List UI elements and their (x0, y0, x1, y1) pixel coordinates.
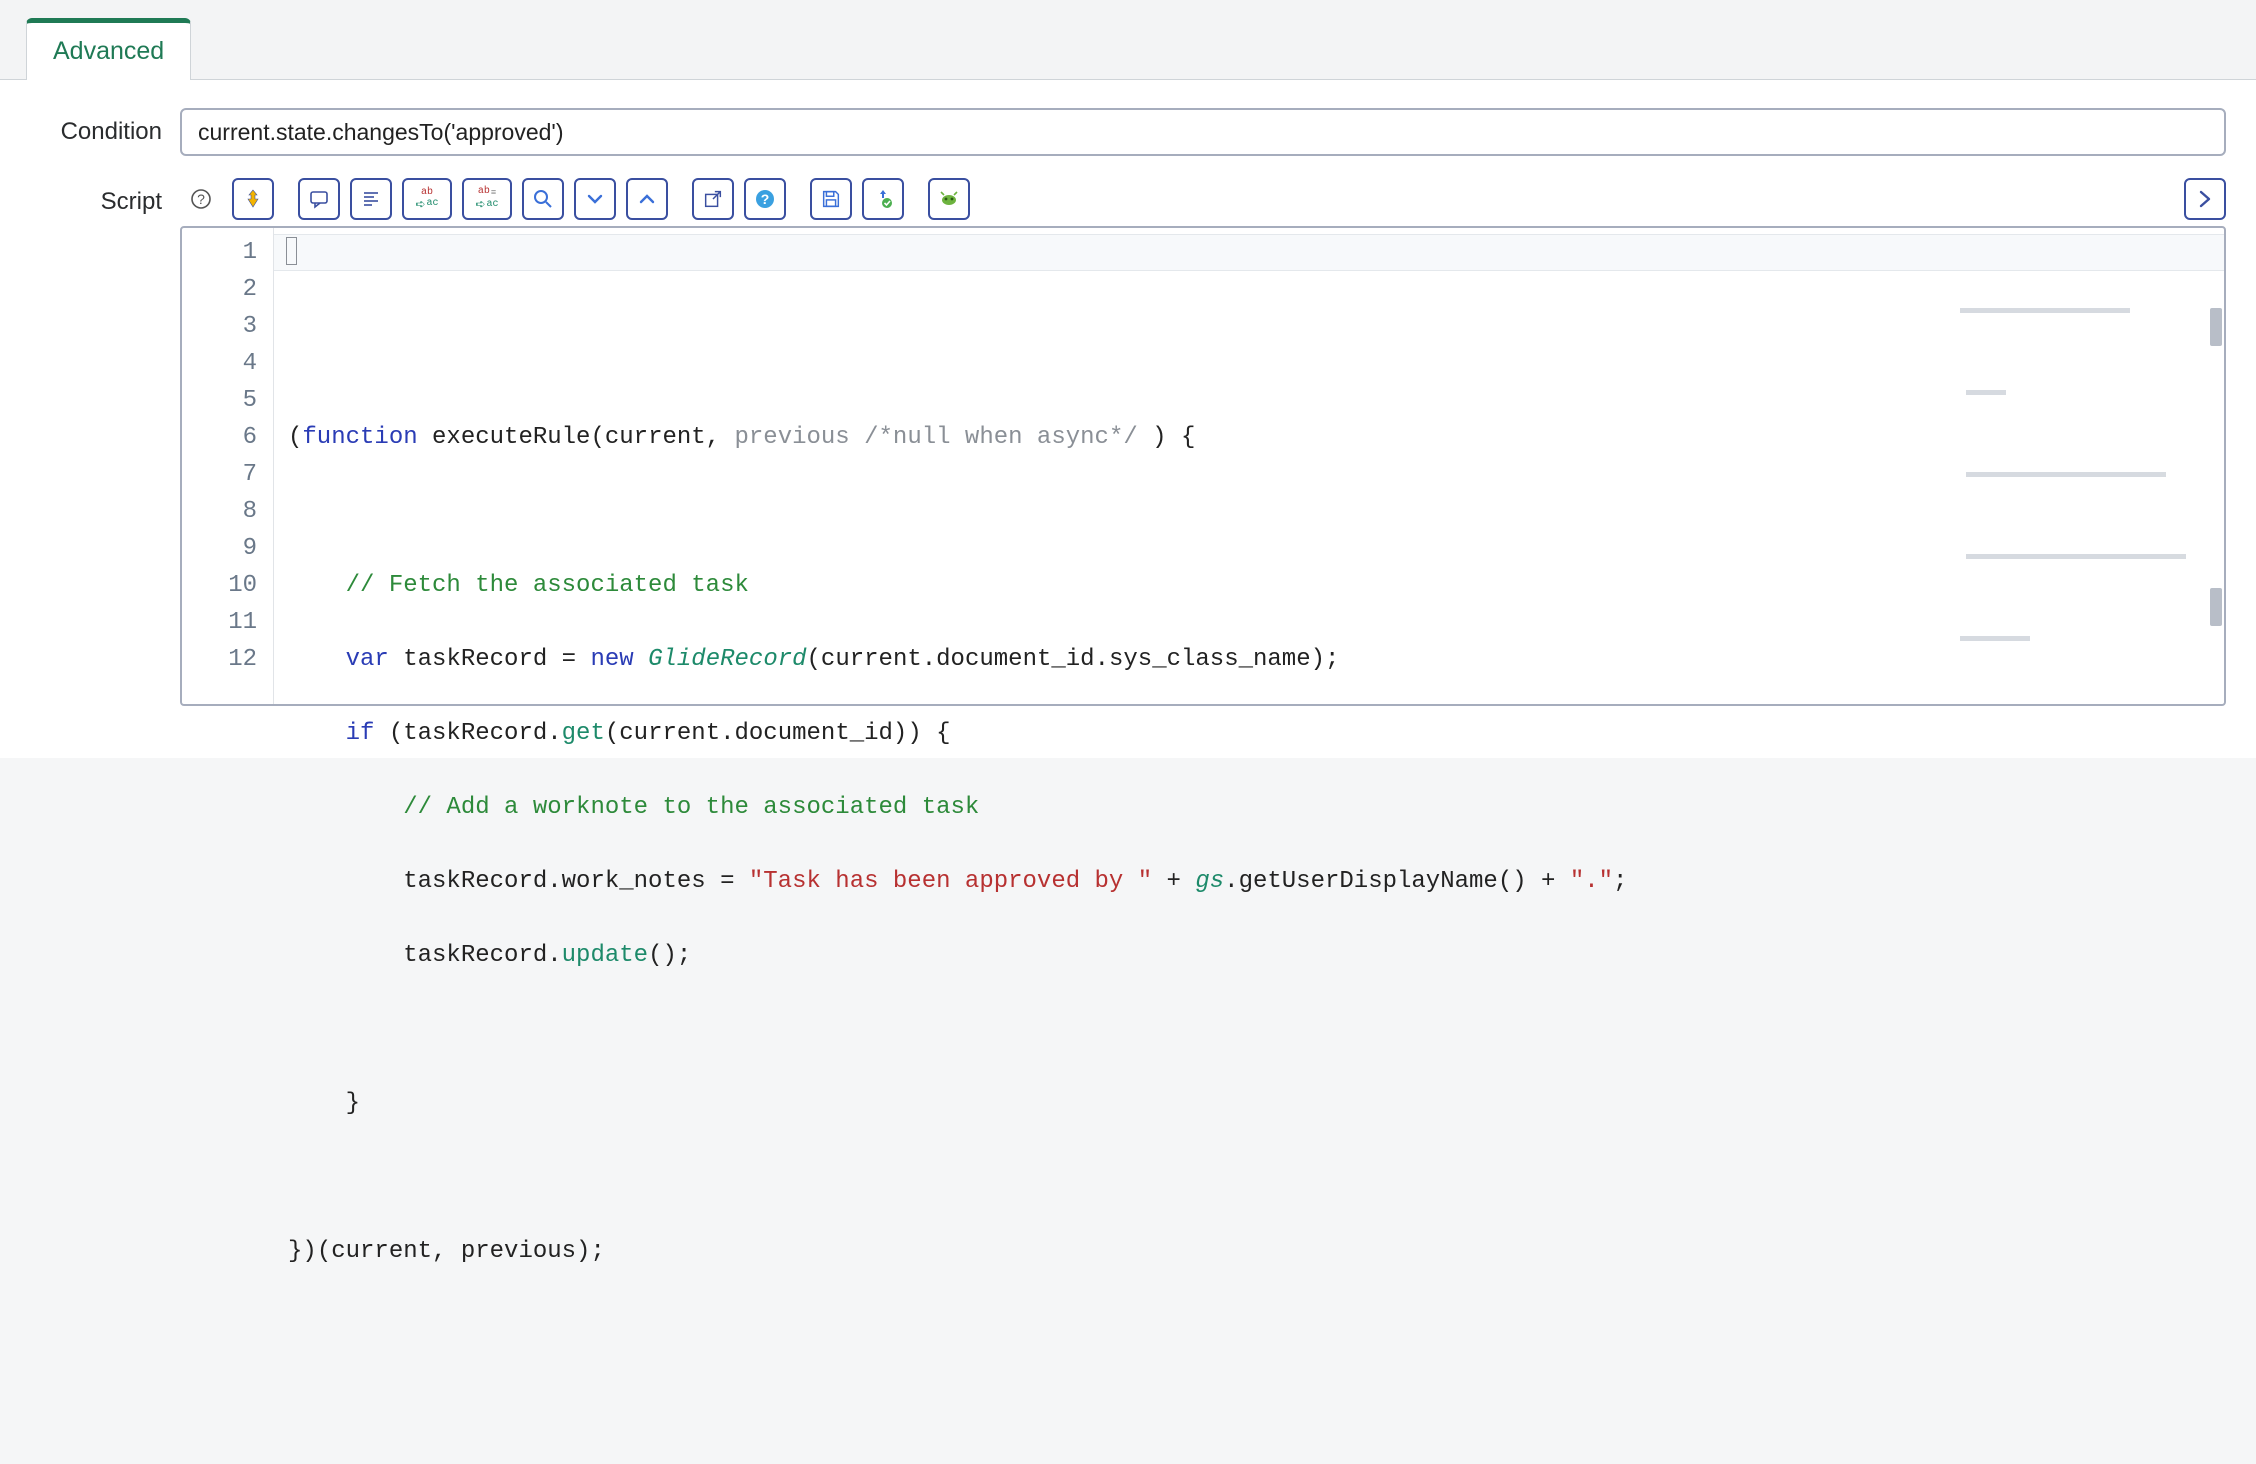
script-editor-wrap: ? ab ➪ac (180, 178, 2226, 706)
help-icon[interactable]: ? (180, 178, 222, 220)
find-prev-icon[interactable] (626, 178, 668, 220)
comment-icon[interactable] (298, 178, 340, 220)
svg-text:?: ? (761, 191, 770, 207)
condition-row: Condition (30, 108, 2226, 156)
line-number: 4 (182, 345, 273, 382)
tab-strip: Advanced (0, 0, 2256, 80)
context-icon[interactable] (928, 178, 970, 220)
syntax-toggle-icon[interactable] (232, 178, 274, 220)
line-number: 5 (182, 382, 273, 419)
find-replace-icon[interactable]: ab ➪ac (402, 178, 452, 220)
format-code-icon[interactable] (350, 178, 392, 220)
script-editor[interactable]: 1 2 3 4 5 6 7 8 9 10 11 12 (function ex (180, 226, 2226, 706)
line-number: 11 (182, 604, 273, 641)
form-panel: Condition Script ? (0, 80, 2256, 758)
text-cursor (286, 237, 297, 265)
script-debugger-icon[interactable] (862, 178, 904, 220)
script-row: Script ? ab ➪ac (30, 178, 2226, 706)
tab-advanced[interactable]: Advanced (26, 18, 191, 80)
line-number: 8 (182, 493, 273, 530)
line-number: 6 (182, 419, 273, 456)
editor-gutter: 1 2 3 4 5 6 7 8 9 10 11 12 (182, 228, 274, 704)
find-next-icon[interactable] (574, 178, 616, 220)
save-icon[interactable] (810, 178, 852, 220)
line-number: 3 (182, 308, 273, 345)
find-replace-all-icon[interactable]: ab≡ ➪ac (462, 178, 512, 220)
active-line-highlight (274, 234, 2224, 271)
expand-editor-icon[interactable] (2184, 178, 2226, 220)
scrollbar-thumb[interactable] (2210, 308, 2222, 346)
popout-icon[interactable] (692, 178, 734, 220)
line-number: 1 (182, 234, 273, 271)
line-number: 7 (182, 456, 273, 493)
script-label: Script (30, 178, 180, 216)
search-icon[interactable] (522, 178, 564, 220)
info-circle-icon[interactable]: ? (744, 178, 786, 220)
condition-input[interactable] (180, 108, 2226, 156)
editor-minimap[interactable] (1960, 234, 2210, 284)
line-number: 12 (182, 641, 273, 678)
code-area[interactable]: (function executeRule(current, previous … (274, 228, 2224, 704)
line-number: 10 (182, 567, 273, 604)
line-number: 2 (182, 271, 273, 308)
svg-text:?: ? (197, 191, 205, 207)
editor-toolbar: ? ab ➪ac (180, 178, 2226, 220)
condition-label: Condition (30, 118, 180, 146)
line-number: 9 (182, 530, 273, 567)
